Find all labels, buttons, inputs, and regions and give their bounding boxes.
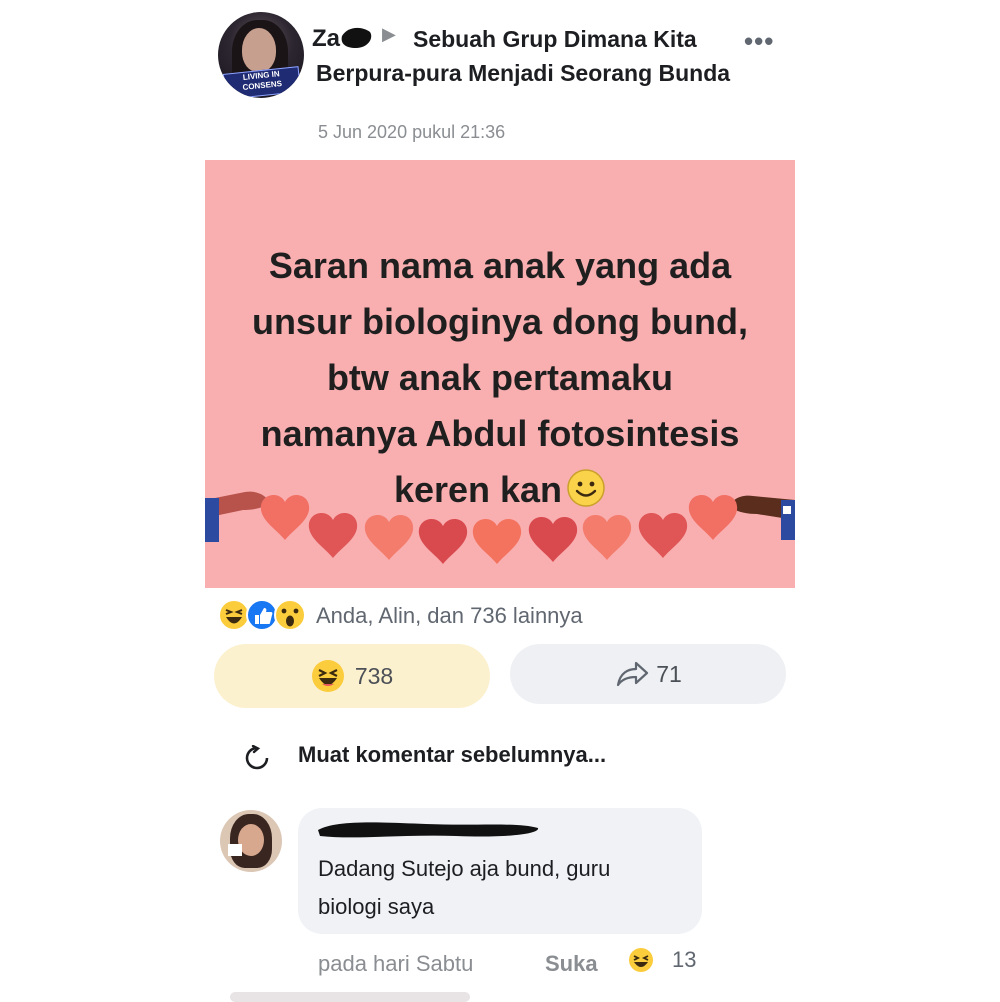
post-text-line-last: keren kan — [205, 462, 795, 518]
smiley-emoji-icon — [567, 469, 605, 507]
comment-text: Dadang Sutejo aja bund, guru biologi say… — [318, 850, 688, 926]
commenter-name-redacted[interactable] — [316, 818, 542, 840]
share-button[interactable]: 71 — [510, 644, 786, 704]
like-icon — [246, 599, 278, 631]
comment-text-line: biologi saya — [318, 894, 435, 919]
comment-like-link[interactable]: Suka — [545, 951, 598, 977]
react-button[interactable]: 738 — [214, 644, 490, 708]
post-text: Saran nama anak yang ada unsur biologiny… — [205, 238, 795, 518]
avatar-face — [242, 28, 276, 72]
reaction-summary[interactable]: Anda, Alin, dan 736 lainnya — [316, 603, 583, 629]
haha-icon — [311, 660, 344, 692]
author-avatar[interactable]: LIVING IN CONSENS — [218, 12, 304, 98]
post-text-line: namanya Abdul fotosintesis — [260, 413, 740, 454]
more-dots-icon[interactable]: ••• — [744, 26, 774, 57]
reaction-icons[interactable] — [218, 598, 314, 632]
post-text-line: btw anak pertamaku — [326, 357, 674, 398]
post-text-line: Saran nama anak yang ada — [268, 245, 732, 286]
group-name-link[interactable]: Sebuah Grup Dimana Kita Berpura-pura Men… — [316, 22, 736, 90]
comment-text-line: Dadang Sutejo aja bund, guru — [318, 856, 611, 881]
comment-reaction-count[interactable]: 13 — [672, 947, 696, 973]
post-timestamp[interactable]: 5 Jun 2020 pukul 21:36 — [318, 122, 505, 143]
next-comment-peek — [230, 992, 470, 1002]
haha-icon — [218, 599, 250, 631]
share-count: 71 — [656, 660, 682, 687]
react-count: 738 — [354, 662, 394, 689]
post-text-line: keren kan — [393, 469, 563, 510]
reload-icon[interactable] — [244, 745, 270, 771]
avatar-card — [228, 844, 242, 856]
commenter-avatar[interactable] — [220, 810, 282, 872]
comment-time[interactable]: pada hari Sabtu — [318, 951, 473, 977]
post-text-line: unsur biologinya dong bund, — [252, 301, 748, 342]
haha-icon[interactable] — [628, 947, 654, 973]
wow-icon — [274, 599, 306, 631]
share-arrow-icon — [617, 661, 649, 687]
load-previous-comments[interactable]: Muat komentar sebelumnya... — [298, 742, 606, 768]
